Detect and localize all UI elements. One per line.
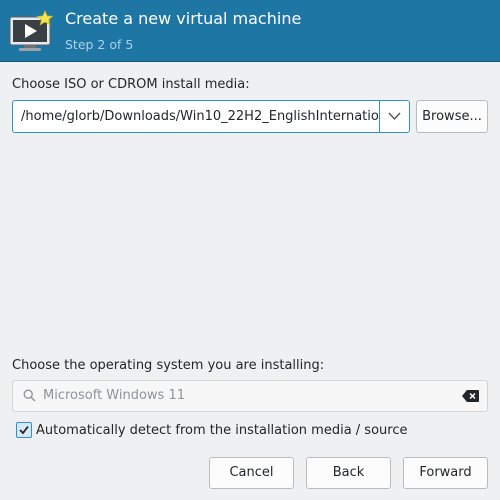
search-icon: [23, 389, 36, 402]
install-media-label: Choose ISO or CDROM install media:: [12, 77, 250, 92]
os-search-input[interactable]: Microsoft Windows 11: [43, 388, 185, 403]
forward-button[interactable]: Forward: [403, 457, 488, 489]
chevron-down-icon: [388, 112, 401, 121]
wizard-title: Create a new virtual machine: [65, 9, 302, 28]
install-media-path-input[interactable]: /home/glorb/Downloads/Win10_22H2_English…: [21, 109, 381, 124]
clear-text-icon[interactable]: [462, 390, 479, 402]
back-button[interactable]: Back: [306, 457, 391, 489]
checkmark-icon: [19, 425, 29, 435]
wizard-step-indicator: Step 2 of 5: [65, 37, 134, 52]
install-media-combobox[interactable]: /home/glorb/Downloads/Win10_22H2_English…: [12, 100, 410, 133]
os-select-label: Choose the operating system you are inst…: [12, 358, 325, 373]
auto-detect-checkbox[interactable]: [16, 422, 32, 438]
virtual-machine-new-icon: [8, 9, 56, 53]
install-media-dropdown-button[interactable]: [379, 101, 409, 132]
browse-button[interactable]: Browse...: [416, 100, 488, 133]
auto-detect-label[interactable]: Automatically detect from the installati…: [36, 423, 407, 438]
os-search-field[interactable]: Microsoft Windows 11: [12, 380, 488, 412]
wizard-header: Create a new virtual machine Step 2 of 5: [0, 0, 500, 62]
cancel-button[interactable]: Cancel: [209, 457, 294, 489]
